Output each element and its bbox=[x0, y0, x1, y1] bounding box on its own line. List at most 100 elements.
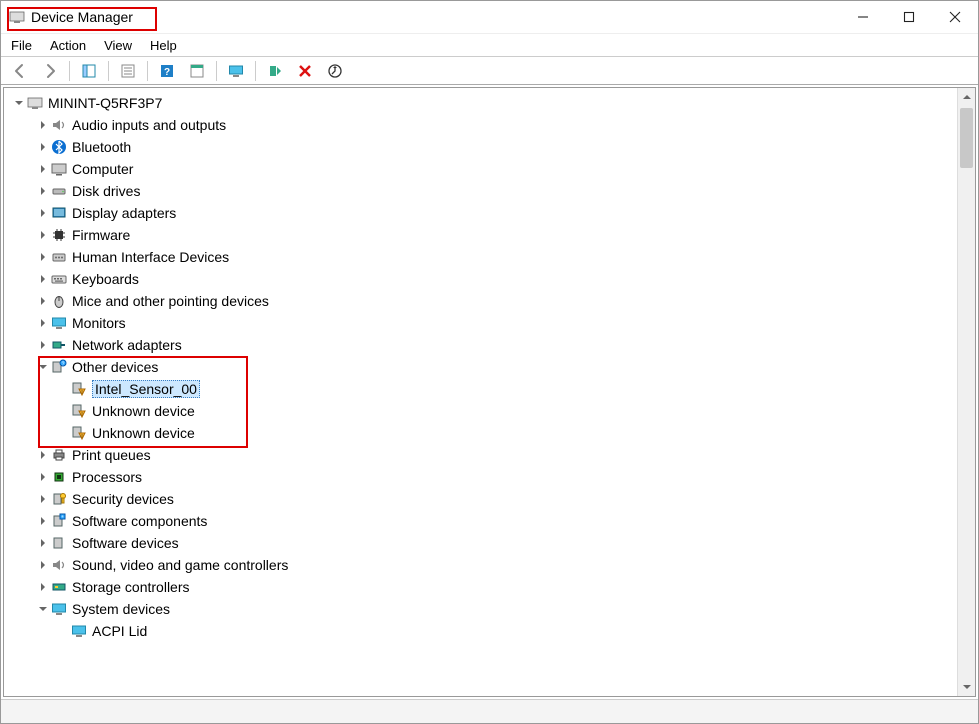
chevron-down-icon[interactable] bbox=[36, 604, 50, 614]
window-title: Device Manager bbox=[31, 9, 133, 25]
tree-node-mice[interactable]: Mice and other pointing devices bbox=[10, 290, 951, 312]
unknown-device-warning-icon: ! bbox=[70, 403, 88, 419]
tree-node-computer[interactable]: Computer bbox=[10, 158, 951, 180]
chevron-right-icon[interactable] bbox=[36, 230, 50, 240]
refresh-hardware-button[interactable] bbox=[184, 60, 210, 82]
tree-node-label: Software components bbox=[72, 513, 207, 529]
chevron-right-icon[interactable] bbox=[36, 208, 50, 218]
tree-node-label: Processors bbox=[72, 469, 142, 485]
tree-node-software-components[interactable]: + Software components bbox=[10, 510, 951, 532]
tree-node-audio[interactable]: Audio inputs and outputs bbox=[10, 114, 951, 136]
printer-icon bbox=[50, 447, 68, 463]
tree-leaf-acpi-lid[interactable]: ACPI Lid bbox=[10, 620, 951, 642]
tree-node-print-queues[interactable]: Print queues bbox=[10, 444, 951, 466]
svg-text:+: + bbox=[61, 514, 64, 519]
unknown-device-warning-icon: ! bbox=[70, 425, 88, 441]
scroll-down-button[interactable] bbox=[958, 678, 975, 696]
tree-node-label: Computer bbox=[72, 161, 133, 177]
firmware-chip-icon bbox=[50, 227, 68, 243]
monitor-icon bbox=[50, 315, 68, 331]
tree-node-keyboards[interactable]: Keyboards bbox=[10, 268, 951, 290]
chevron-right-icon[interactable] bbox=[36, 450, 50, 460]
tree-node-label: Bluetooth bbox=[72, 139, 131, 155]
update-driver-button[interactable] bbox=[223, 60, 249, 82]
chevron-right-icon[interactable] bbox=[36, 186, 50, 196]
device-tree[interactable]: MININT-Q5RF3P7 Audio inputs and outputs … bbox=[4, 88, 957, 696]
tree-node-label: Storage controllers bbox=[72, 579, 190, 595]
tree-node-hid[interactable]: Human Interface Devices bbox=[10, 246, 951, 268]
tree-node-system-devices[interactable]: System devices bbox=[10, 598, 951, 620]
tree-node-label: Print queues bbox=[72, 447, 151, 463]
chevron-down-icon[interactable] bbox=[36, 362, 50, 372]
scroll-track[interactable] bbox=[958, 170, 975, 678]
show-hide-console-tree-button[interactable] bbox=[76, 60, 102, 82]
tree-node-monitors[interactable]: Monitors bbox=[10, 312, 951, 334]
tree-node-label: Keyboards bbox=[72, 271, 139, 287]
content-area: MININT-Q5RF3P7 Audio inputs and outputs … bbox=[3, 87, 976, 697]
menu-file[interactable]: File bbox=[11, 38, 32, 53]
scroll-thumb[interactable] bbox=[960, 108, 973, 168]
disk-icon bbox=[50, 183, 68, 199]
device-manager-icon bbox=[9, 9, 25, 25]
minimize-button[interactable] bbox=[840, 1, 886, 33]
tree-node-display[interactable]: Display adapters bbox=[10, 202, 951, 224]
scroll-up-button[interactable] bbox=[958, 88, 975, 106]
toolbar-separator bbox=[216, 61, 217, 81]
chevron-right-icon[interactable] bbox=[36, 516, 50, 526]
chevron-right-icon[interactable] bbox=[36, 538, 50, 548]
tree-leaf-label: Unknown device bbox=[92, 425, 195, 441]
tree-node-sound[interactable]: Sound, video and game controllers bbox=[10, 554, 951, 576]
tree-node-firmware[interactable]: Firmware bbox=[10, 224, 951, 246]
vertical-scrollbar[interactable] bbox=[957, 88, 975, 696]
scan-hardware-button[interactable] bbox=[322, 60, 348, 82]
chevron-right-icon[interactable] bbox=[36, 274, 50, 284]
menu-view[interactable]: View bbox=[104, 38, 132, 53]
tree-node-processors[interactable]: Processors bbox=[10, 466, 951, 488]
chevron-right-icon[interactable] bbox=[36, 252, 50, 262]
tree-node-other-devices[interactable]: ? Other devices bbox=[10, 356, 951, 378]
chevron-right-icon[interactable] bbox=[36, 472, 50, 482]
tree-node-security[interactable]: Security devices bbox=[10, 488, 951, 510]
chevron-right-icon[interactable] bbox=[36, 164, 50, 174]
chevron-right-icon[interactable] bbox=[36, 340, 50, 350]
maximize-button[interactable] bbox=[886, 1, 932, 33]
chevron-right-icon[interactable] bbox=[36, 494, 50, 504]
tree-node-label: System devices bbox=[72, 601, 170, 617]
tree-node-label: Audio inputs and outputs bbox=[72, 117, 226, 133]
chevron-right-icon[interactable] bbox=[36, 120, 50, 130]
menu-bar: File Action View Help bbox=[1, 33, 978, 57]
chevron-right-icon[interactable] bbox=[36, 296, 50, 306]
tree-node-network[interactable]: Network adapters bbox=[10, 334, 951, 356]
menu-help[interactable]: Help bbox=[150, 38, 177, 53]
properties-button[interactable] bbox=[115, 60, 141, 82]
hid-icon bbox=[50, 249, 68, 265]
enable-device-button[interactable] bbox=[262, 60, 288, 82]
forward-button[interactable] bbox=[37, 60, 63, 82]
tree-leaf-intel-sensor[interactable]: ! Intel_Sensor_00 bbox=[10, 378, 951, 400]
toolbar-separator bbox=[147, 61, 148, 81]
keyboard-icon bbox=[50, 271, 68, 287]
back-button[interactable] bbox=[7, 60, 33, 82]
system-device-icon bbox=[50, 601, 68, 617]
tree-node-software-devices[interactable]: Software devices bbox=[10, 532, 951, 554]
chevron-right-icon[interactable] bbox=[36, 582, 50, 592]
tree-node-label: Other devices bbox=[72, 359, 158, 375]
tree-leaf-unknown-device[interactable]: ! Unknown device bbox=[10, 400, 951, 422]
other-devices-icon: ? bbox=[50, 359, 68, 375]
tree-leaf-unknown-device[interactable]: ! Unknown device bbox=[10, 422, 951, 444]
audio-icon bbox=[50, 117, 68, 133]
chevron-right-icon[interactable] bbox=[36, 142, 50, 152]
tree-node-storage[interactable]: Storage controllers bbox=[10, 576, 951, 598]
uninstall-device-button[interactable] bbox=[292, 60, 318, 82]
close-button[interactable] bbox=[932, 1, 978, 33]
tree-root[interactable]: MININT-Q5RF3P7 bbox=[10, 92, 951, 114]
help-button[interactable]: ? bbox=[154, 60, 180, 82]
tree-node-bluetooth[interactable]: Bluetooth bbox=[10, 136, 951, 158]
toolbar-separator bbox=[69, 61, 70, 81]
chevron-right-icon[interactable] bbox=[36, 560, 50, 570]
mouse-icon bbox=[50, 293, 68, 309]
tree-node-disk[interactable]: Disk drives bbox=[10, 180, 951, 202]
chevron-down-icon[interactable] bbox=[12, 98, 26, 108]
menu-action[interactable]: Action bbox=[50, 38, 86, 53]
chevron-right-icon[interactable] bbox=[36, 318, 50, 328]
